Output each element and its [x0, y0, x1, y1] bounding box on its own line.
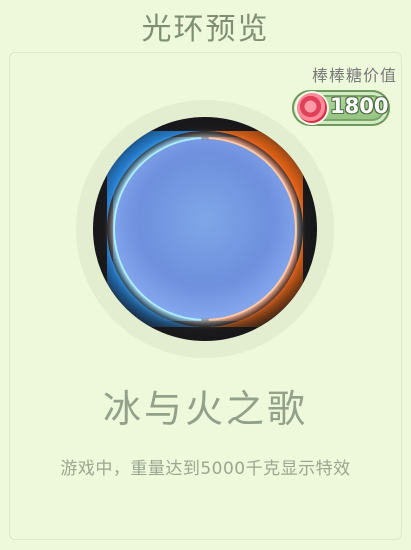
page-title: 光环预览 [141, 12, 270, 47]
halo-description: 游戏中，重量达到5000千克显示特效 [60, 459, 351, 479]
halo-name: 冰与火之歌 [102, 387, 308, 431]
lollipop-value-badge: 1800 [292, 90, 390, 126]
lollipop-value-amount: 1800 [330, 94, 389, 118]
halo-image [93, 117, 317, 341]
halo-preview [76, 100, 334, 358]
lollipop-value-label: 棒棒糖价值 [311, 66, 397, 85]
halo-orb [115, 139, 295, 319]
lollipop-candy-icon [297, 93, 327, 123]
